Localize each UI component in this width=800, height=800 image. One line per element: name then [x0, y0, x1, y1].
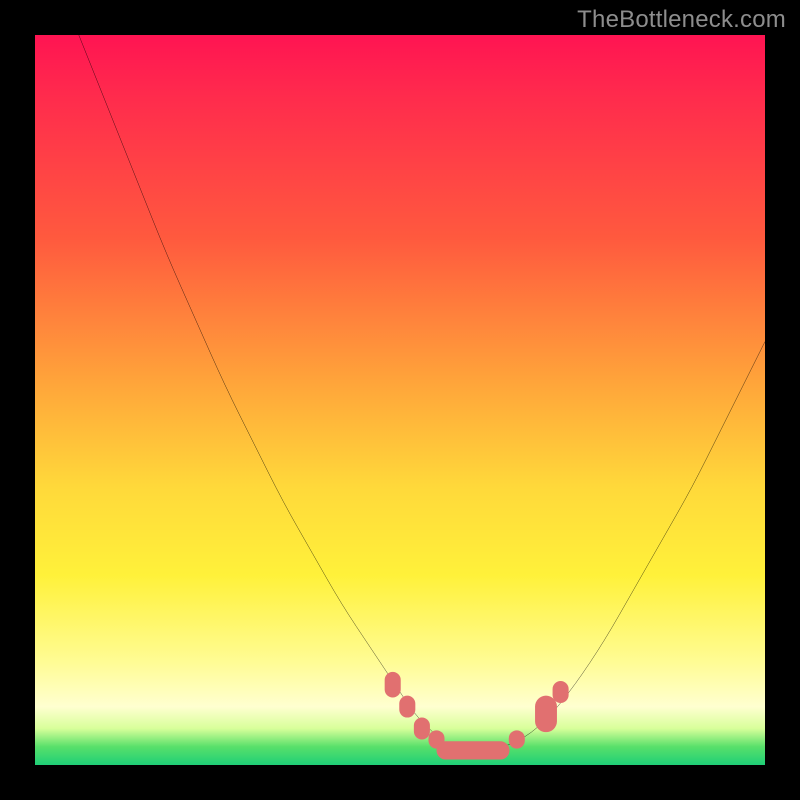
trough-marker [414, 718, 430, 740]
trough-marker [385, 672, 401, 698]
trough-marker [399, 696, 415, 718]
chart-stage: TheBottleneck.com [0, 0, 800, 800]
plot-area [35, 35, 765, 765]
trough-marker [437, 741, 510, 759]
watermark-text: TheBottleneck.com [577, 6, 786, 34]
bottleneck-curve [79, 35, 765, 750]
trough-marker [509, 730, 525, 748]
trough-marker [535, 696, 557, 733]
trough-marker [553, 681, 569, 703]
trough-markers [385, 672, 569, 760]
chart-svg [35, 35, 765, 765]
